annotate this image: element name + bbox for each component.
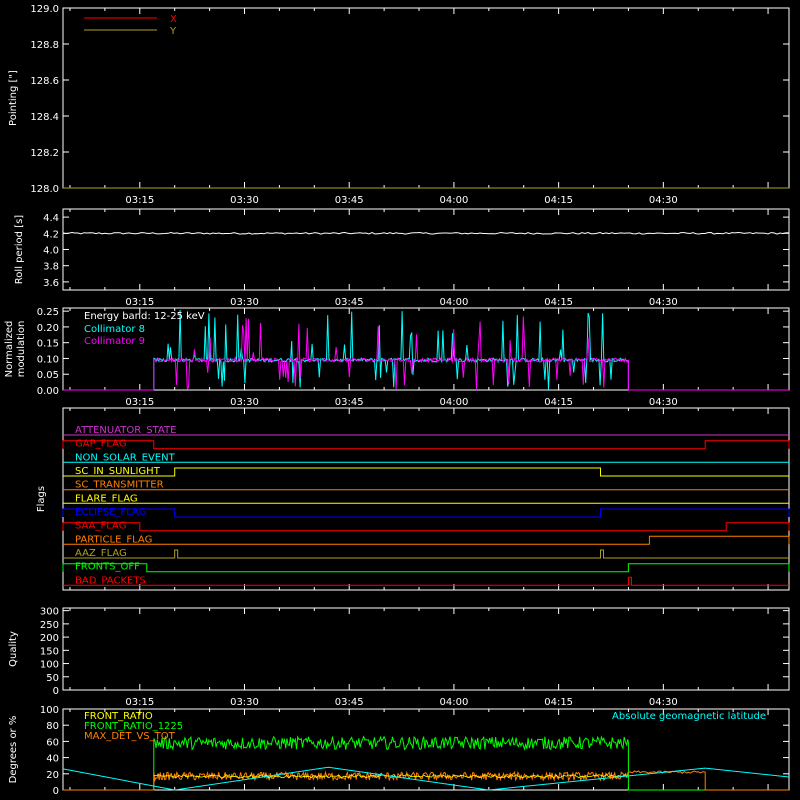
y-tick-label: 300 (40, 607, 59, 618)
flag-label: FRONTS_OFF (75, 562, 140, 573)
y-axis-label-line1: Normalized (4, 321, 15, 378)
y-tick-label: 129.0 (30, 4, 59, 15)
y-tick-label: 50 (46, 673, 59, 684)
y-tick-label: 20 (46, 770, 59, 781)
y-axis-label-line2: modulation (16, 321, 27, 378)
x-tick-label: 04:30 (649, 195, 678, 206)
y-axis-label: Roll period [s] (14, 215, 25, 284)
x-tick-label: 04:00 (440, 195, 469, 206)
x-tick-label: 03:45 (335, 195, 364, 206)
y-tick-label: 128.6 (30, 76, 59, 87)
x-tick-label: 04:00 (440, 297, 469, 308)
flag-label: SC_TRANSMITTER (75, 480, 164, 491)
y-tick-label: 0.15 (37, 339, 59, 350)
x-tick-label: 04:30 (649, 697, 678, 708)
legend-label: MAX_DET_VS_TOT (84, 731, 176, 742)
x-tick-label: 03:30 (230, 697, 259, 708)
y-tick-label: 60 (46, 737, 59, 748)
y-axis-label: Pointing ["] (8, 70, 19, 126)
x-tick-label: 04:00 (440, 397, 469, 408)
annotation: Energy band: 12-25 keV (84, 311, 205, 322)
x-tick-label: 03:30 (230, 297, 259, 308)
legend-label: X (170, 14, 177, 25)
y-tick-label: 3.6 (43, 278, 59, 289)
legend-label: Y (169, 26, 177, 37)
flag-label: BAD_PACKETS (75, 575, 146, 586)
y-tick-label: 100 (40, 660, 59, 671)
y-tick-label: 0.25 (37, 307, 59, 318)
y-tick-label: 0.10 (37, 354, 59, 365)
y-tick-label: 4.0 (43, 246, 59, 257)
flag-label: PARTICLE_FLAG (75, 534, 152, 545)
flag-label: ATTENUATOR_STATE (75, 425, 176, 436)
y-tick-label: 4.2 (43, 229, 59, 240)
figure: 03:15 03:30 03:45 04:00 04:15 04:30 128.0 128.2… (0, 0, 800, 800)
x-tick-label: 04:30 (649, 297, 678, 308)
x-tick-label: 03:30 (230, 195, 259, 206)
x-tick-label: 03:15 (125, 297, 154, 308)
flag-label: ECLIPSE_FLAG (75, 507, 146, 518)
y-tick-label: 3.8 (43, 262, 59, 273)
flag-label: AAZ_FLAG (75, 548, 127, 559)
x-tick-label: 04:30 (649, 397, 678, 408)
x-tick-label: 04:15 (544, 697, 573, 708)
legend-label: Collimator 8 (84, 324, 145, 335)
y-tick-label: 4.4 (43, 213, 59, 224)
annotation: Absolute geomagnetic latitude (612, 711, 766, 722)
figure-background (0, 0, 800, 800)
flag-label: GAP_FLAG (75, 439, 127, 450)
y-tick-label: 128.4 (30, 112, 59, 123)
y-tick-label: 128.0 (30, 184, 59, 195)
x-tick-label: 04:15 (544, 297, 573, 308)
flag-label: SC_IN_SUNLIGHT (75, 466, 161, 477)
y-tick-label: 150 (40, 646, 59, 657)
y-tick-label: 40 (46, 754, 59, 765)
x-tick-label: 03:15 (125, 397, 154, 408)
y-axis-label: Quality (8, 631, 19, 667)
y-tick-label: 0.20 (37, 323, 59, 334)
x-tick-label: 03:45 (335, 297, 364, 308)
x-tick-label: 03:45 (335, 697, 364, 708)
flag-label: SAA_FLAG (75, 521, 126, 532)
flag-label: NON_SOLAR_EVENT (75, 452, 176, 463)
y-tick-label: 80 (46, 721, 59, 732)
x-tick-label: 03:15 (125, 195, 154, 206)
y-tick-label: 0 (53, 786, 59, 797)
y-axis-label: Degrees or % (8, 716, 19, 784)
x-tick-label: 03:30 (230, 397, 259, 408)
y-tick-label: 0 (53, 686, 59, 697)
y-tick-label: 0.00 (37, 386, 59, 397)
y-tick-label: 128.2 (30, 148, 59, 159)
x-tick-label: 04:15 (544, 195, 573, 206)
y-axis-label: Flags (36, 486, 47, 512)
y-tick-label: 100 (40, 705, 59, 716)
x-tick-label: 03:15 (125, 697, 154, 708)
y-tick-label: 200 (40, 633, 59, 644)
flag-label: FLARE_FLAG (75, 493, 138, 504)
y-tick-label: 128.8 (30, 40, 59, 51)
x-tick-label: 04:15 (544, 397, 573, 408)
x-tick-label: 04:00 (440, 697, 469, 708)
y-tick-label: 250 (40, 620, 59, 631)
x-tick-label: 03:45 (335, 397, 364, 408)
y-tick-label: 0.05 (37, 370, 59, 381)
legend-label: Collimator 9 (84, 336, 145, 347)
